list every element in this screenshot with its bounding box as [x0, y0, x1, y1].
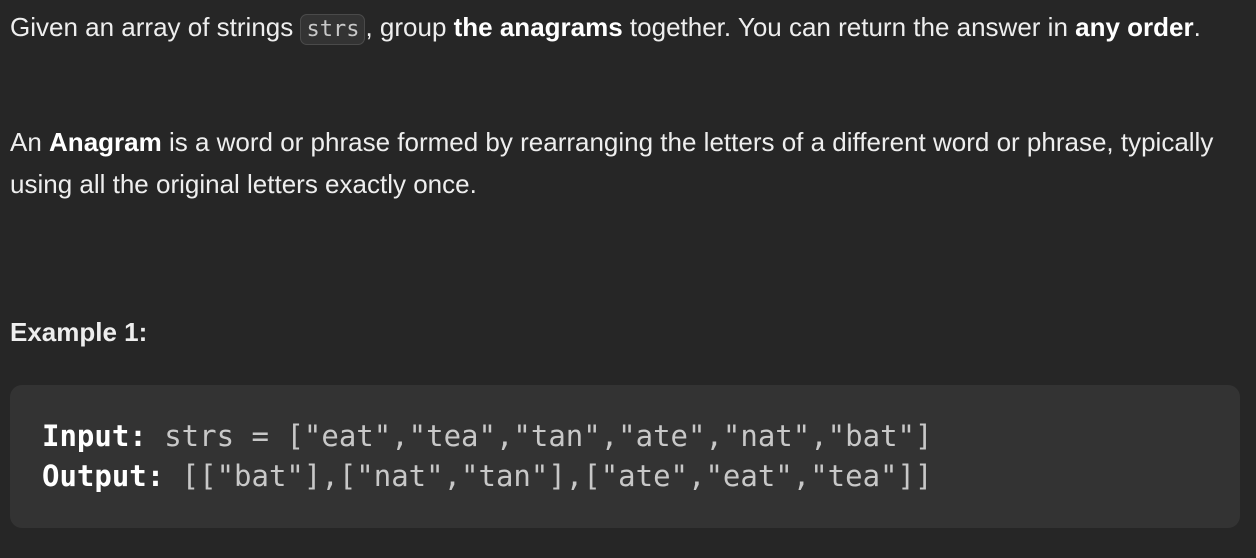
input-value: strs = ["eat","tea","tan","ate","nat","b… [146, 419, 933, 453]
text: , group [365, 12, 454, 42]
output-label: Output: [42, 459, 165, 493]
inline-code-strs: strs [300, 14, 366, 45]
text: . [1193, 12, 1201, 42]
example-code-block: Input: strs = ["eat","tea","tan","ate","… [10, 385, 1240, 528]
input-line: Input: strs = ["eat","tea","tan","ate","… [42, 419, 932, 453]
bold-text: any order [1075, 12, 1194, 42]
problem-description: Given an array of strings strs, group th… [10, 6, 1240, 51]
bold-text: the anagrams [453, 12, 623, 42]
input-label: Input: [42, 419, 147, 453]
text: An [10, 127, 50, 157]
text: Given an array of strings [10, 12, 301, 42]
bold-text: Anagram [49, 127, 162, 157]
text: together. You can return the answer in [622, 12, 1076, 42]
example-title: Example 1: [10, 317, 148, 347]
anagram-definition: An Anagram is a word or phrase formed by… [10, 121, 1240, 205]
output-value: [["bat"],["nat","tan"],["ate","eat","tea… [164, 459, 933, 493]
output-line: Output: [["bat"],["nat","tan"],["ate","e… [42, 459, 932, 493]
text: is a word or phrase formed by rearrangin… [10, 127, 1214, 199]
